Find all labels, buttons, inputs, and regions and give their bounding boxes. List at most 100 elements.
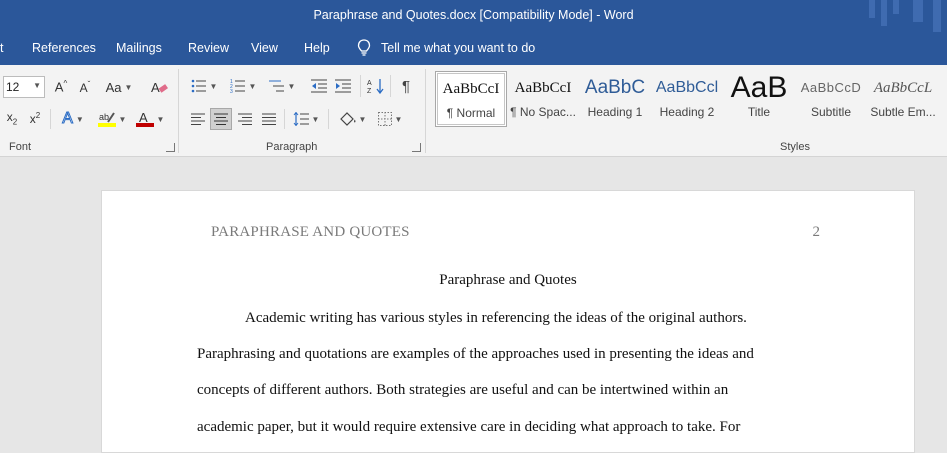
chevron-down-icon: ▼ xyxy=(156,114,165,124)
numbering-button[interactable]: 1 2 3 ▼ xyxy=(227,76,259,96)
chevron-down-icon: ▼ xyxy=(311,114,320,124)
justify-button[interactable] xyxy=(259,109,279,129)
ribbon: 12 ▼ A^ Aˇ Aa ▼ A x2 x2 A ▼ ab ▼ A ▼ Fon… xyxy=(0,65,947,157)
numbering-icon: 1 2 3 xyxy=(230,79,245,93)
tell-me-label: Tell me what you want to do xyxy=(381,41,536,55)
svg-text:A: A xyxy=(151,80,160,95)
font-color-button[interactable]: A ▼ xyxy=(134,109,166,129)
decrease-indent-button[interactable] xyxy=(309,76,329,96)
shrink-font-icon: Aˇ xyxy=(79,79,91,95)
line-spacing-button[interactable]: ▼ xyxy=(290,109,322,129)
style-name: Title xyxy=(747,105,771,119)
body-line: concepts of different authors. Both stra… xyxy=(197,382,729,398)
style-name: ¶ Normal xyxy=(446,106,496,120)
body-line: academic paper, but it would require ext… xyxy=(197,419,741,435)
style-name: ¶ No Spac... xyxy=(510,105,576,119)
shrink-font-button[interactable]: Aˇ xyxy=(76,78,94,96)
style-subtle-emphasis[interactable]: AaBbCcL Subtle Em... xyxy=(867,71,939,127)
grow-font-button[interactable]: A^ xyxy=(52,78,70,96)
superscript-button[interactable]: x2 xyxy=(27,110,43,126)
paint-bucket-icon xyxy=(339,112,356,126)
styles-group-label: Styles xyxy=(780,141,810,153)
bullets-button[interactable]: ▼ xyxy=(188,76,220,96)
chevron-down-icon: ▼ xyxy=(358,114,367,124)
chevron-down-icon: ▼ xyxy=(33,81,41,90)
tab-layout[interactable]: t xyxy=(0,41,3,55)
running-header: PARAPHRASE AND QUOTES xyxy=(211,224,410,240)
clear-formatting-button[interactable]: A xyxy=(150,77,168,97)
body-line: Paraphrasing and quotations are examples… xyxy=(197,346,754,362)
font-size-value: 12 xyxy=(6,80,20,94)
align-left-icon xyxy=(191,113,205,125)
chevron-down-icon: ▼ xyxy=(394,114,403,124)
superscript-icon: x2 xyxy=(29,110,41,126)
align-left-button[interactable] xyxy=(188,109,208,129)
tab-mailings[interactable]: Mailings xyxy=(116,41,162,55)
document-title: Paraphrase and Quotes xyxy=(439,272,577,288)
align-right-button[interactable] xyxy=(235,109,255,129)
change-case-button[interactable]: Aa ▼ xyxy=(104,78,134,96)
style-name: Subtitle xyxy=(810,105,852,119)
align-center-button[interactable] xyxy=(210,108,232,130)
text-effects-icon: A xyxy=(62,110,74,128)
tell-me-search[interactable]: Tell me what you want to do xyxy=(357,39,535,57)
window-title: Paraphrase and Quotes.docx [Compatibilit… xyxy=(313,8,634,22)
lightbulb-icon xyxy=(357,39,371,56)
svg-text:ab: ab xyxy=(99,112,109,122)
chevron-down-icon: ▼ xyxy=(75,114,84,124)
tab-references[interactable]: References xyxy=(32,41,96,55)
multilevel-list-button[interactable]: ▼ xyxy=(266,76,298,96)
subscript-button[interactable]: x2 xyxy=(4,110,20,126)
style-title[interactable]: AaB Title xyxy=(723,71,795,127)
tab-view[interactable]: View xyxy=(251,41,278,55)
text-effects-button[interactable]: A ▼ xyxy=(57,109,89,129)
style-name: Heading 2 xyxy=(659,105,715,119)
increase-indent-button[interactable] xyxy=(333,76,353,96)
document-page[interactable]: PARAPHRASE AND QUOTES 2 Paraphrase and Q… xyxy=(101,190,915,453)
paragraph-dialog-launcher-icon[interactable] xyxy=(412,143,421,152)
style-no-spacing[interactable]: AaBbCcI ¶ No Spac... xyxy=(507,71,579,127)
change-case-icon: Aa xyxy=(105,79,122,95)
font-color-icon: A xyxy=(135,110,154,127)
style-sample: AaBbCcD xyxy=(800,80,862,95)
style-sample: AaBbCcI xyxy=(514,80,572,96)
style-sample: AaBbC xyxy=(584,77,646,98)
style-heading-1[interactable]: AaBbC Heading 1 xyxy=(579,71,651,127)
tab-review[interactable]: Review xyxy=(188,41,229,55)
font-size-box[interactable]: 12 ▼ xyxy=(3,76,45,98)
font-dialog-launcher-icon[interactable] xyxy=(166,143,175,152)
style-sample: AaBbCcL xyxy=(873,80,933,96)
chevron-down-icon: ▼ xyxy=(124,82,133,92)
chevron-down-icon: ▼ xyxy=(287,81,296,91)
increase-indent-icon xyxy=(335,79,351,93)
style-normal[interactable]: AaBbCcI ¶ Normal xyxy=(435,71,507,127)
pilcrow-icon: ¶ xyxy=(401,77,411,95)
svg-text:A: A xyxy=(139,110,148,125)
decrease-indent-icon xyxy=(311,79,327,93)
sort-button[interactable]: AZ xyxy=(366,76,386,96)
style-sample: AaB xyxy=(730,71,788,104)
style-name: Heading 1 xyxy=(587,105,643,119)
chevron-down-icon: ▼ xyxy=(209,81,218,91)
show-formatting-button[interactable]: ¶ xyxy=(396,76,416,96)
multilevel-list-icon xyxy=(268,80,284,92)
title-bar-decoration xyxy=(857,0,947,33)
shading-button[interactable]: ▼ xyxy=(336,109,368,129)
grow-font-icon: A^ xyxy=(54,79,68,95)
style-subtitle[interactable]: AaBbCcD Subtitle xyxy=(795,71,867,127)
svg-text:3: 3 xyxy=(230,89,233,93)
align-right-icon xyxy=(238,113,252,125)
tab-help[interactable]: Help xyxy=(304,41,330,55)
highlighter-icon: ab xyxy=(97,112,116,127)
borders-button[interactable]: ▼ xyxy=(374,109,406,129)
bullets-icon xyxy=(191,79,206,93)
style-heading-2[interactable]: AaBbCcl Heading 2 xyxy=(651,71,723,127)
body-line: Academic writing has various styles in r… xyxy=(245,310,747,326)
borders-icon xyxy=(377,112,392,126)
style-name: Subtle Em... xyxy=(870,105,936,119)
justify-icon xyxy=(262,113,276,125)
page-number: 2 xyxy=(812,224,821,240)
highlight-color-button[interactable]: ab ▼ xyxy=(95,109,129,129)
sort-icon: AZ xyxy=(367,79,384,94)
ribbon-tabs: t References Mailings Review View Help T… xyxy=(0,33,947,65)
